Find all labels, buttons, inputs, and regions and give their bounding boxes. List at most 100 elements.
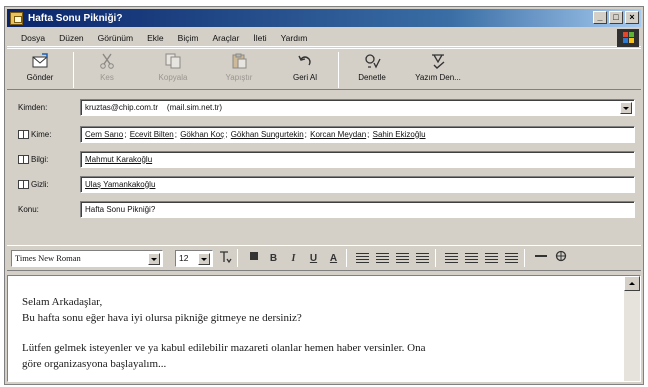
window-title: Hafta Sonu Pikniği?: [28, 12, 123, 24]
spelling-icon: [432, 54, 445, 69]
menu-format[interactable]: Biçim: [178, 33, 199, 43]
chevron-down-icon[interactable]: [198, 252, 210, 265]
recipient[interactable]: Ulaş Yamankakoğlu: [85, 180, 155, 189]
recipient[interactable]: Cem Sarıo: [85, 130, 123, 139]
align-right-icon: [485, 252, 498, 263]
cut-label: Kes: [100, 73, 114, 82]
font-color-button[interactable]: A: [325, 250, 342, 267]
toolbar-separator: [524, 249, 525, 267]
recipient[interactable]: Gökhan Sungurtekin: [231, 130, 304, 139]
send-button[interactable]: Gönder: [7, 49, 73, 89]
from-row: Kimden: kruztas@chip.com.tr (mail.sim.ne…: [7, 97, 641, 117]
font-size-value: 12: [179, 252, 189, 263]
recipient[interactable]: Korcan Meydan: [310, 130, 366, 139]
menu-help[interactable]: Yardım: [281, 33, 308, 43]
recipient[interactable]: Gökhan Koç: [180, 130, 224, 139]
link-icon: [555, 250, 566, 261]
check-names-label: Denetle: [358, 73, 386, 82]
menu-tools[interactable]: Araçlar: [212, 33, 239, 43]
cc-row: Bilgi: Mahmut Karakoğlu: [7, 149, 641, 169]
undo-button[interactable]: Geri Al: [272, 49, 338, 89]
align-center-button[interactable]: [463, 250, 480, 267]
maximize-button[interactable]: □: [609, 11, 623, 24]
message-line: göre organizasyona başlayalım...: [22, 358, 167, 370]
header-fields: Kimden: kruztas@chip.com.tr (mail.sim.ne…: [7, 93, 641, 241]
cut-button[interactable]: Kes: [74, 49, 140, 89]
subject-value: Hafta Sonu Pikniği?: [85, 204, 156, 214]
align-right-button[interactable]: [483, 250, 500, 267]
copy-button[interactable]: Kopyala: [140, 49, 206, 89]
message-text: Selam Arkadaşlar, Bu hafta sonu eğer hav…: [22, 294, 616, 372]
recipient[interactable]: Ecevit Bilten: [130, 130, 174, 139]
horizontal-line-button[interactable]: [532, 250, 549, 267]
undo-label: Geri Al: [292, 73, 317, 82]
numbered-list-button[interactable]: [354, 250, 371, 267]
numbered-list-icon: [356, 252, 369, 263]
menu-message[interactable]: İleti: [253, 33, 266, 43]
bold-button[interactable]: B: [265, 250, 282, 267]
bcc-field[interactable]: Ulaş Yamankakoğlu: [80, 175, 635, 193]
cc-button[interactable]: Bilgi:: [7, 154, 71, 164]
align-left-button[interactable]: [443, 250, 460, 267]
insert-link-button[interactable]: [552, 250, 569, 267]
paste-button[interactable]: Yapıştır: [206, 49, 272, 89]
minimize-button[interactable]: _: [593, 11, 607, 24]
spelling-button[interactable]: Yazım Den...: [405, 49, 471, 89]
to-label: Kime:: [31, 129, 52, 139]
bcc-label: Gizli:: [31, 179, 49, 189]
bcc-button[interactable]: Gizli:: [7, 179, 71, 189]
toolbar: Gönder Kes Kopyala Yapıştır Geri Al Dene…: [7, 48, 641, 90]
formatting-toolbar: Times New Roman 12 B I U A: [7, 245, 641, 271]
bcc-row: Gizli: Ulaş Yamankakoğlu: [7, 174, 641, 194]
toolbar-separator: [435, 249, 436, 267]
check-names-button[interactable]: Denetle: [339, 49, 405, 89]
underline-button[interactable]: U: [305, 250, 322, 267]
paragraph-style-icon: [219, 250, 232, 263]
recipient[interactable]: Sahin Ekizoğlu: [373, 130, 426, 139]
to-button[interactable]: Kime:: [7, 129, 71, 139]
scroll-up-icon[interactable]: [624, 276, 640, 291]
menu-insert[interactable]: Ekle: [147, 33, 164, 43]
italic-button[interactable]: I: [285, 250, 302, 267]
recipient[interactable]: Mahmut Karakoğlu: [85, 155, 152, 164]
subject-row: Konu: Hafta Sonu Pikniği?: [7, 199, 641, 219]
increase-indent-icon: [416, 252, 429, 263]
from-label: Kimden:: [18, 102, 48, 112]
increase-indent-button[interactable]: [414, 250, 431, 267]
close-button[interactable]: ×: [625, 11, 639, 24]
check-names-icon: [365, 54, 381, 69]
to-field[interactable]: Cem Sarıo; Ecevit Bilten; Gökhan Koç; Gö…: [80, 125, 635, 143]
toolbar-separator: [237, 249, 238, 267]
message-line: Selam Arkadaşlar,: [22, 296, 103, 308]
menu-view[interactable]: Görünüm: [98, 33, 133, 43]
font-size-select[interactable]: 12: [175, 249, 213, 267]
bulleted-list-button[interactable]: [374, 250, 391, 267]
menu-file[interactable]: Dosya: [21, 33, 45, 43]
cc-label: Bilgi:: [31, 154, 49, 164]
font-name-select[interactable]: Times New Roman: [11, 249, 163, 267]
font-button[interactable]: [245, 250, 262, 267]
decrease-indent-icon: [396, 252, 409, 263]
message-body[interactable]: Selam Arkadaşlar, Bu hafta sonu eğer hav…: [7, 275, 641, 382]
from-select[interactable]: kruztas@chip.com.tr (mail.sim.net.tr): [80, 98, 635, 116]
bulleted-list-icon: [376, 252, 389, 263]
cc-field[interactable]: Mahmut Karakoğlu: [80, 150, 635, 168]
vertical-scrollbar[interactable]: [624, 276, 640, 381]
horizontal-line-icon: [534, 254, 547, 257]
font-name-value: Times New Roman: [15, 252, 81, 263]
paragraph-style-button[interactable]: [216, 250, 233, 267]
subject-field[interactable]: Hafta Sonu Pikniği?: [80, 200, 635, 218]
message-icon: [10, 11, 23, 25]
justify-button[interactable]: [503, 250, 520, 267]
title-bar[interactable]: Hafta Sonu Pikniği? _ □ ×: [7, 9, 641, 27]
chevron-down-icon[interactable]: [620, 101, 632, 114]
font-icon: [249, 251, 258, 260]
menu-edit[interactable]: Düzen: [59, 33, 84, 43]
chevron-down-icon[interactable]: [148, 252, 160, 265]
address-book-icon: [18, 154, 29, 164]
decrease-indent-button[interactable]: [394, 250, 411, 267]
undo-icon: [298, 55, 311, 66]
copy-icon: [165, 53, 181, 69]
subject-label: Konu:: [18, 204, 39, 214]
address-book-icon: [18, 129, 29, 139]
